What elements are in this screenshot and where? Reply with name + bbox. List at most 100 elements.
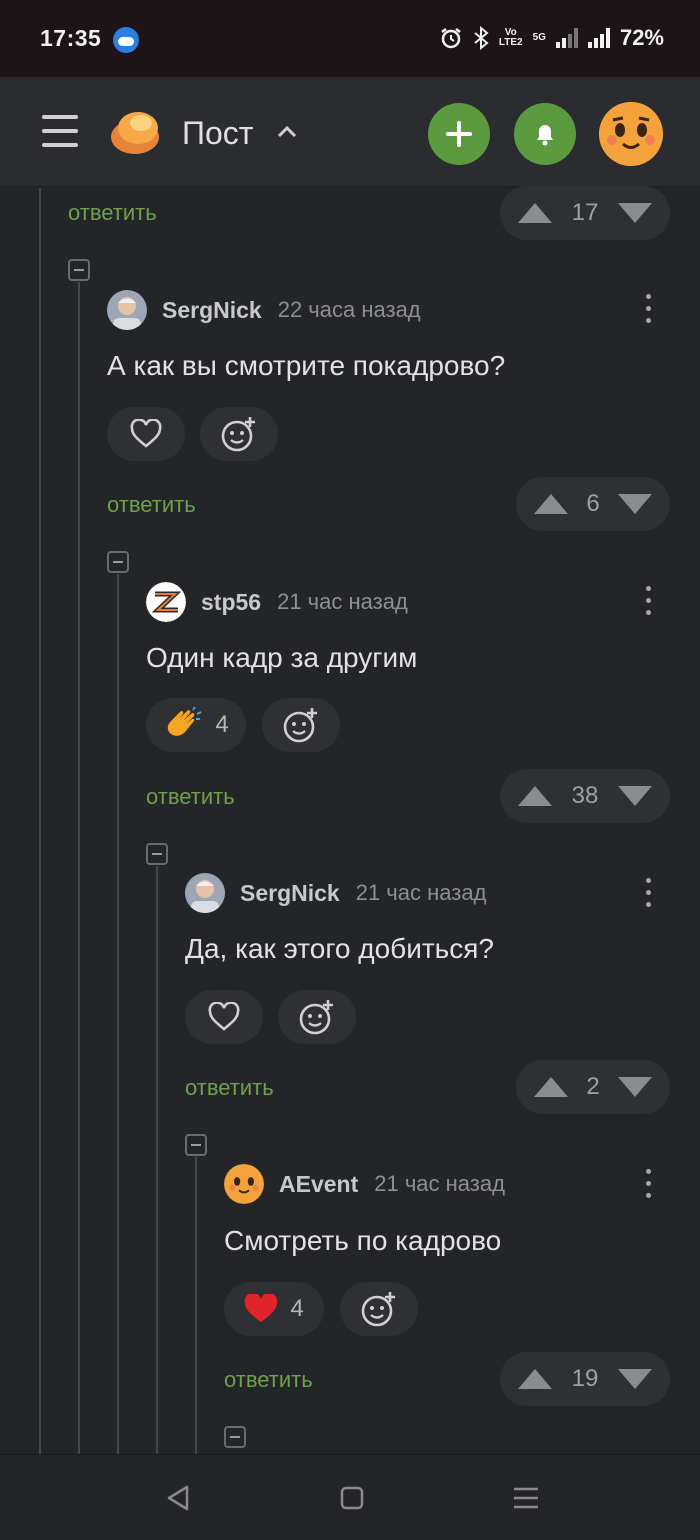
- thread-line-1[interactable]: [39, 188, 41, 1454]
- heart-outline-icon: [208, 1002, 240, 1031]
- more-options-icon[interactable]: [644, 294, 652, 328]
- more-options-icon[interactable]: [644, 878, 652, 912]
- upvote-icon[interactable]: [518, 786, 552, 806]
- vote-count: 19: [571, 1365, 599, 1392]
- add-reaction-button[interactable]: [340, 1282, 418, 1336]
- vote-count: 17: [571, 199, 599, 226]
- status-time: 17:35: [40, 25, 102, 51]
- avatar[interactable]: [224, 1164, 264, 1204]
- reply-link[interactable]: ответить: [146, 784, 235, 810]
- chevron-up-icon[interactable]: [276, 121, 298, 143]
- comment-time[interactable]: 21 час назад: [277, 589, 408, 615]
- battery-percent: 72%: [619, 25, 664, 50]
- comment-text: Смотреть по кадрово: [224, 1225, 502, 1256]
- smiley-avatar-icon: [599, 102, 663, 166]
- weather-icon: [113, 27, 139, 53]
- page-title[interactable]: Пост: [182, 115, 253, 152]
- menu-icon[interactable]: [42, 115, 78, 149]
- status-icons: Vo LTE2 5G 72%: [439, 25, 664, 51]
- comment-author[interactable]: SergNick: [240, 880, 340, 907]
- notifications-button[interactable]: [514, 103, 576, 165]
- system-nav-bar: [0, 1454, 700, 1540]
- add-post-button[interactable]: [428, 103, 490, 165]
- comment-text: Один кадр за другим: [146, 642, 418, 673]
- signal-icon: [555, 28, 578, 48]
- collapse-thread-button[interactable]: [107, 551, 129, 573]
- downvote-icon[interactable]: [617, 1077, 652, 1097]
- reaction-button[interactable]: [107, 407, 185, 461]
- downvote-icon[interactable]: [617, 786, 652, 806]
- comment-time[interactable]: 21 час назад: [356, 880, 487, 906]
- bell-icon: [537, 125, 553, 146]
- comment-header: AEvent 21 час назад: [224, 1164, 505, 1204]
- comment-text: А как вы смотрите покадрово?: [107, 350, 506, 381]
- reaction-button[interactable]: 4: [224, 1282, 324, 1336]
- status-bar: 17:35 Vo LTE2 5G 72%: [0, 0, 700, 77]
- vote-count: 38: [571, 782, 599, 809]
- add-emoji-icon: [299, 1000, 333, 1035]
- collapse-thread-button[interactable]: [68, 259, 90, 281]
- add-reaction-button[interactable]: [278, 990, 356, 1044]
- comment-header: SergNick 22 часа назад: [107, 290, 421, 330]
- thread-line-5[interactable]: [195, 1157, 197, 1454]
- comment-time[interactable]: 22 часа назад: [278, 297, 421, 323]
- thread-line-2[interactable]: [78, 282, 80, 1454]
- person-photo-icon: [107, 290, 147, 330]
- comment-text: Да, как этого добиться?: [185, 933, 494, 964]
- upvote-icon[interactable]: [518, 203, 552, 223]
- downvote-icon[interactable]: [617, 494, 652, 514]
- comment-author[interactable]: SergNick: [162, 297, 262, 324]
- volte-icon: Vo LTE2: [499, 28, 523, 48]
- collapse-thread-button[interactable]: [146, 843, 168, 865]
- reply-link[interactable]: ответить: [107, 492, 196, 518]
- collapse-thread-button[interactable]: [185, 1134, 207, 1156]
- thread-line-4[interactable]: [156, 866, 158, 1454]
- downvote-icon[interactable]: [617, 203, 652, 223]
- comment-header: SergNick 21 час назад: [185, 873, 486, 913]
- heart-outline-icon: [130, 419, 162, 448]
- avatar[interactable]: [107, 290, 147, 330]
- upvote-icon[interactable]: [534, 1077, 568, 1097]
- plus-icon: [446, 121, 472, 147]
- person-photo-icon: [185, 873, 225, 913]
- network-type: 5G: [533, 33, 546, 43]
- reply-link[interactable]: ответить: [68, 200, 157, 226]
- add-reaction-button[interactable]: [262, 698, 340, 752]
- vote-widget: 6: [516, 477, 670, 531]
- vote-widget: 17: [500, 186, 670, 240]
- reaction-count: 4: [290, 1295, 304, 1322]
- back-icon[interactable]: [163, 1483, 193, 1513]
- collapse-thread-button[interactable]: [224, 1426, 246, 1448]
- vote-widget: 19: [500, 1352, 670, 1406]
- upvote-icon[interactable]: [518, 1369, 552, 1389]
- more-options-icon[interactable]: [644, 586, 652, 620]
- smiley-avatar-icon: [224, 1164, 264, 1204]
- home-icon[interactable]: [337, 1483, 367, 1513]
- add-emoji-icon: [361, 1292, 395, 1327]
- upvote-icon[interactable]: [534, 494, 568, 514]
- reaction-count: 4: [215, 711, 229, 738]
- reaction-button[interactable]: [185, 990, 263, 1044]
- comment-time[interactable]: 21 час назад: [374, 1171, 505, 1197]
- comment-author[interactable]: AEvent: [279, 1171, 358, 1198]
- app-logo[interactable]: [108, 104, 162, 158]
- vote-count: 2: [586, 1073, 600, 1100]
- reply-link[interactable]: ответить: [185, 1075, 274, 1101]
- add-reaction-button[interactable]: [200, 407, 278, 461]
- more-options-icon[interactable]: [644, 1169, 652, 1203]
- comment-author[interactable]: stp56: [201, 589, 261, 616]
- reaction-button[interactable]: 4: [146, 698, 246, 752]
- alarm-icon: [441, 28, 461, 49]
- app-bar: Пост: [0, 77, 700, 187]
- comment-header: stp56 21 час назад: [146, 582, 408, 622]
- thread-line-3[interactable]: [117, 574, 119, 1454]
- downvote-icon[interactable]: [617, 1369, 652, 1389]
- bluetooth-icon: [474, 26, 489, 50]
- user-avatar[interactable]: [599, 102, 663, 166]
- recents-icon[interactable]: [511, 1483, 541, 1513]
- avatar[interactable]: [185, 873, 225, 913]
- z-logo-avatar-icon: [146, 582, 186, 622]
- avatar[interactable]: [146, 582, 186, 622]
- reply-link[interactable]: ответить: [224, 1367, 313, 1393]
- lte-label: LTE2: [498, 37, 523, 48]
